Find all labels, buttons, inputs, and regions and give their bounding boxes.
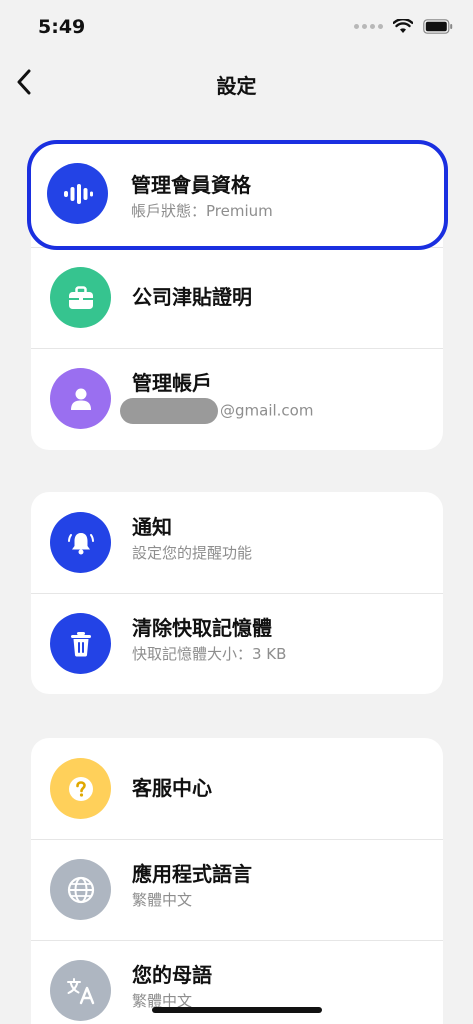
support-language-card: 客服中心 應用程式語言 繁體中文 您的母語 繁體中文	[31, 738, 443, 1024]
help-center-icon-badge	[50, 758, 111, 819]
page-title: 設定	[216, 74, 257, 98]
manage-account-title: 管理帳戶	[132, 371, 212, 395]
battery-icon	[423, 19, 453, 34]
account-settings-card: 公司津貼證明 管理帳戶 @gmail.com	[31, 146, 443, 450]
globe-icon	[67, 876, 94, 903]
app-language-row[interactable]: 應用程式語言 繁體中文	[31, 839, 443, 940]
home-indicator	[152, 1007, 322, 1013]
briefcase-icon	[68, 285, 93, 309]
company-allowance-icon-badge	[50, 267, 111, 328]
email-redaction	[120, 398, 218, 424]
app-language-title: 應用程式語言	[132, 862, 252, 886]
app-settings-card: 通知 設定您的提醒功能 清除快取記憶體 快取記憶體大小：3 KB	[31, 492, 443, 694]
company-allowance-row[interactable]: 公司津貼證明	[31, 247, 443, 348]
clear-cache-row[interactable]: 清除快取記憶體 快取記憶體大小：3 KB	[31, 593, 443, 694]
app-language-icon-badge	[50, 859, 111, 920]
notifications-icon-badge	[50, 512, 111, 573]
status-time: 5:49	[38, 16, 86, 38]
status-icons	[354, 19, 453, 34]
manage-account-icon-badge	[50, 368, 111, 429]
person-icon	[70, 388, 91, 410]
clear-cache-icon-badge	[50, 613, 111, 674]
translate-icon	[66, 977, 94, 1004]
app-language-value: 繁體中文	[132, 891, 193, 909]
wifi-icon	[393, 19, 413, 33]
question-icon	[68, 776, 93, 801]
native-language-title: 您的母語	[132, 963, 212, 987]
account-email: @gmail.com	[120, 398, 427, 424]
native-language-icon-badge	[50, 960, 111, 1021]
signal-icon	[354, 24, 383, 29]
manage-account-row[interactable]: 管理帳戶 @gmail.com	[31, 348, 443, 449]
help-center-title: 客服中心	[132, 776, 212, 800]
help-center-row[interactable]: 客服中心	[31, 738, 443, 839]
trash-icon	[70, 631, 91, 656]
cache-size: 快取記憶體大小：3 KB	[132, 645, 287, 663]
manage-membership-row[interactable]	[31, 146, 443, 247]
notifications-subtitle: 設定您的提醒功能	[132, 544, 253, 562]
navigation-bar: 設定	[0, 58, 473, 108]
notifications-row[interactable]: 通知 設定您的提醒功能	[31, 492, 443, 593]
status-bar: 5:49	[0, 0, 473, 56]
notifications-title: 通知	[132, 515, 172, 539]
company-allowance-title: 公司津貼證明	[132, 285, 252, 309]
bell-icon	[67, 532, 94, 554]
email-domain: @gmail.com	[220, 401, 314, 420]
clear-cache-title: 清除快取記憶體	[132, 616, 272, 640]
